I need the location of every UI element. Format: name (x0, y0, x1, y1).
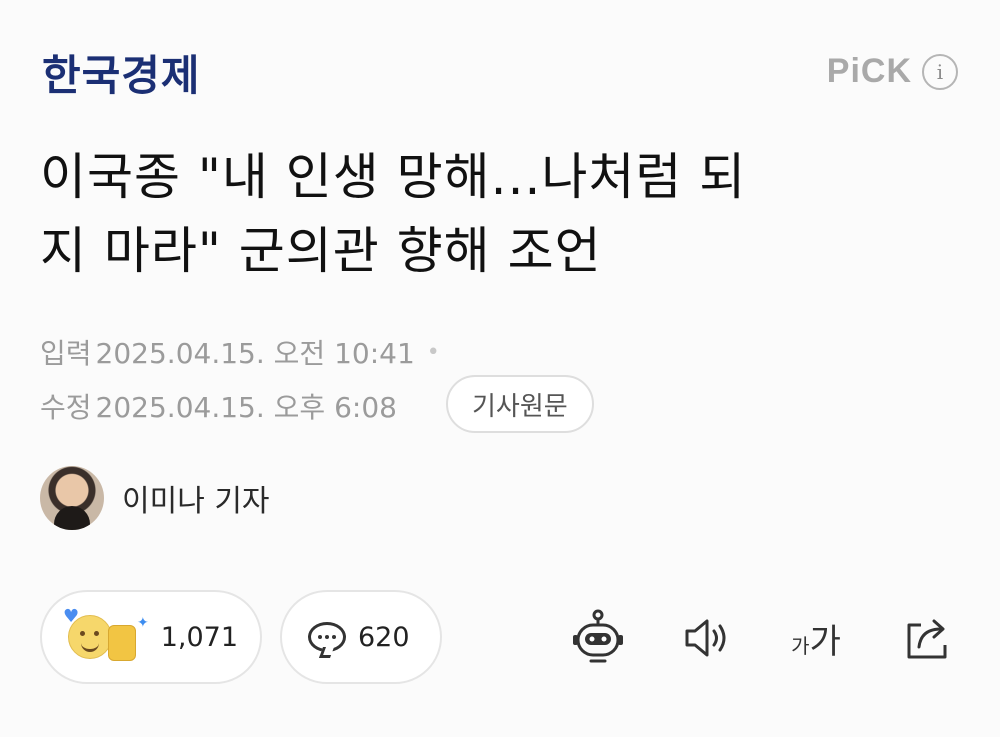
pick-label: PiCK (826, 52, 912, 90)
reporter-name[interactable]: 이미나 기자 (122, 476, 270, 520)
reaction-count: 1,071 (160, 621, 239, 653)
font-big-label: 가 (809, 621, 841, 662)
modified-date: 수정 2025.04.15. 오후 6:08 (40, 386, 397, 426)
pick-badge[interactable]: PiCK i (827, 52, 958, 91)
summary-bot-icon (573, 609, 623, 663)
comment-bubble-icon (308, 622, 346, 652)
article-header: 한국경제 PiCK i (0, 0, 1000, 110)
article-title: 이국종 "내 인생 망해...나처럼 되 지 마라" 군의관 향해 조언 (40, 140, 960, 288)
original-article-button[interactable]: 기사원문 (446, 375, 594, 433)
comment-count: 620 (358, 621, 410, 653)
action-bar: ♥ ✦ 1,071 620 가가 (0, 590, 1000, 686)
modified-label: 수정 (40, 391, 92, 424)
brand-logo[interactable]: 한국경제 (42, 42, 201, 103)
published-date: 입력 2025.04.15. 오전 10:41 • (40, 332, 440, 372)
share-button[interactable] (898, 608, 958, 668)
thumbs-up-icon (108, 625, 136, 661)
text-to-speech-button[interactable] (678, 608, 738, 668)
info-icon[interactable]: i (922, 53, 958, 90)
share-icon (907, 619, 947, 659)
article-title-line2: 지 마라" 군의관 향해 조언 (40, 222, 602, 280)
speaker-icon (685, 619, 726, 657)
heart-icon: ♥ (63, 606, 80, 627)
reaction-emoji-icon: ♥ (63, 606, 112, 659)
comment-button[interactable]: 620 (280, 590, 442, 684)
published-value: 2025.04.15. 오전 10:41 (95, 337, 415, 370)
published-label: 입력 (40, 337, 92, 370)
reaction-button[interactable]: ♥ ✦ 1,071 (40, 590, 262, 684)
reporter-info[interactable]: 이미나 기자 (40, 466, 270, 530)
font-size-button[interactable]: 가가 (786, 608, 846, 668)
reporter-avatar[interactable] (40, 466, 104, 530)
separator-dot: • (426, 339, 440, 365)
spark-icon: ✦ (137, 615, 149, 631)
summary-bot-button[interactable] (568, 608, 628, 668)
article-title-line1: 이국종 "내 인생 망해...나처럼 되 (40, 148, 747, 206)
font-size-icon: 가가 (791, 614, 841, 663)
modified-value: 2025.04.15. 오후 6:08 (95, 391, 397, 424)
font-small-label: 가 (791, 633, 810, 658)
